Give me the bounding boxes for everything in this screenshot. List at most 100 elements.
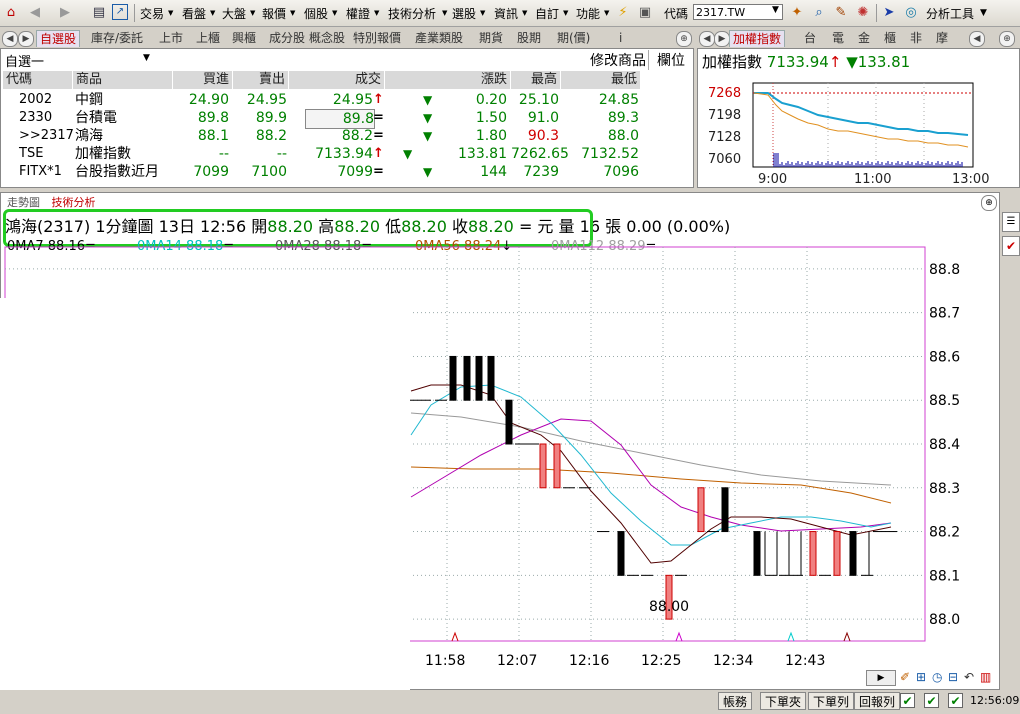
stock-code: 2002 [19,92,53,107]
tab-next-icon[interactable]: ▶ [714,31,730,47]
tab-technical[interactable]: 技術分析 [48,196,100,209]
menu-item[interactable]: 技術分析 [388,5,436,22]
tab-quote[interactable]: 庫存/委託 [88,30,146,46]
scroll-right-icon[interactable]: ▶ [866,670,896,686]
candle [505,399,513,445]
status-button[interactable]: 回報列 [854,692,901,710]
chevron-down-icon: ▼ [210,9,216,17]
quote-tool-icon[interactable]: ✦ [788,4,806,22]
tab-quote[interactable]: 期貨 [476,30,506,46]
tab-quote[interactable]: 特別報價 [350,30,404,46]
tab-index[interactable]: 加權指數 [729,30,786,47]
columns-button[interactable]: 欄位 [657,50,685,70]
tab-index[interactable]: 非 [907,30,925,46]
search-icon[interactable]: ⌕ [810,4,828,22]
bar-chart-icon[interactable]: ▥ [980,670,991,684]
popup-window-icon[interactable]: ↗ [112,4,128,20]
zoom-icon[interactable]: ⊕ [999,31,1015,47]
sidebar-toggle-icon[interactable]: ☰ [1002,212,1020,232]
table-row[interactable]: TSE 加權指數 -- -- 7133.94 ↑ ▼ 133.81 7262.65 7132.52 [1,145,693,163]
analysis-tool-menu[interactable]: 分析工具 [926,5,974,22]
forward-icon[interactable]: ▶ [56,4,74,22]
tab-quote[interactable]: 上櫃 [193,30,223,46]
analysis-tool-icon[interactable]: ◎ [902,4,920,22]
menu-item[interactable]: 個股 [304,5,328,22]
cursor-icon[interactable]: ➤ [880,4,898,22]
tab-quote[interactable]: 自選股 [36,30,81,47]
zoom-icon[interactable]: ⊕ [676,31,692,47]
menu-item[interactable]: 看盤 [182,5,206,22]
menu-item[interactable]: 功能 [576,5,600,22]
menu-item[interactable]: 權證 [346,5,370,22]
column-header[interactable]: 漲跌 [385,71,511,89]
tab-prev-icon[interactable]: ◀ [969,31,985,47]
column-header[interactable]: 商品 [73,71,173,89]
notepad-icon[interactable]: ▣ [636,4,654,22]
watchlist-select[interactable]: 自選一 [5,51,44,70]
status-button[interactable]: 帳務 [718,692,753,710]
x-tick-label: 12:34 [713,653,753,669]
chevron-down-icon[interactable]: ▼ [772,5,779,15]
tab-quote[interactable]: 期(價) [554,30,593,46]
lightning-icon[interactable]: ⚡ [614,4,632,22]
tab-quote[interactable]: 成分股 [266,30,308,46]
menu-item[interactable]: 交易 [140,5,164,22]
table-row[interactable]: 2002 中鋼 24.90 24.95 24.95 ↑ ▼ 0.20 25.10 24.85 [1,91,693,109]
zoom-in-icon[interactable]: ⊞ [916,670,926,684]
check-icon[interactable]: ✔ [900,693,915,708]
last-mark: = [373,110,384,125]
tab-quote[interactable]: 概念股 [306,30,348,46]
down-triangle-icon: ▼ [423,111,433,125]
column-header[interactable]: 賣出 [233,71,289,89]
tab-quote[interactable]: 上市 [156,30,186,46]
column-header[interactable]: 最低 [561,71,641,89]
table-row[interactable]: 2330 台積電 89.8 89.9 89.8 = ▼ 1.50 91.0 89.3 [1,109,693,129]
menu-item[interactable]: 資訊 [494,5,518,22]
high-price: 91.0 [527,110,559,126]
column-header[interactable]: 成交 [289,71,385,89]
back-icon[interactable]: ◀ [26,4,44,22]
chevron-down-icon[interactable]: ▼ [980,8,987,18]
tab-quote[interactable]: 股期 [514,30,544,46]
tab-quote[interactable]: 產業類股 [412,30,466,46]
tab-index[interactable]: 摩 [933,30,951,46]
check-icon[interactable]: ✔ [924,693,939,708]
column-header[interactable]: 代碼 [3,71,73,89]
tab-index[interactable]: 櫃 [881,30,899,46]
zoom-out-icon[interactable]: ⊟ [948,670,958,684]
chevron-down-icon[interactable]: ▼ [143,53,150,63]
table-row[interactable]: >>2317 鴻海 88.1 88.2 88.2 = ▼ 1.80 90.3 88.0 [1,127,693,145]
print-icon[interactable]: ▤ [90,4,108,22]
tab-trend[interactable]: 走勢圖 [3,196,44,209]
modify-items-button[interactable]: 修改商品 [590,50,649,70]
check-icon[interactable]: ✔ [1002,236,1020,256]
draw-tool-icon[interactable]: ✐ [900,670,910,684]
tab-index[interactable]: 電 [829,30,847,46]
undo-icon[interactable]: ↶ [964,670,974,684]
table-row[interactable]: FITX*1 台股指數近月 7099 7100 7099 = ▼ 144 7239 7096 [1,163,693,181]
clock-icon[interactable]: ◷ [932,670,942,684]
column-header[interactable]: 買進 [173,71,233,89]
menu-item[interactable]: 自訂 [535,5,559,22]
zoom-icon[interactable]: ⊕ [981,195,997,211]
menu-item[interactable]: 大盤 [222,5,246,22]
tools-icon[interactable]: ✎ [832,4,850,22]
status-button[interactable]: 下單列 [808,692,855,710]
last-price: 7099 [337,164,373,180]
tab-index[interactable]: 台 [801,30,819,46]
menu-item[interactable]: 選股 [452,5,476,22]
tab-quote[interactable]: i [616,30,625,46]
status-button[interactable]: 下單夾 [760,692,807,710]
tab-next-icon[interactable]: ▶ [18,31,34,47]
tab-quote[interactable]: 興櫃 [229,30,259,46]
menu-item[interactable]: 報價 [262,5,286,22]
tab-index[interactable]: 金 [855,30,873,46]
home-icon[interactable]: ⌂ [2,4,20,22]
alert-icon[interactable]: ✺ [854,4,872,22]
check-icon[interactable]: ✔ [948,693,963,708]
stock-code-input[interactable]: 2317.TW [693,4,783,20]
tab-prev-icon[interactable]: ◀ [2,31,18,47]
change-value: 144 [480,164,507,180]
tab-prev-icon[interactable]: ◀ [699,31,715,47]
column-header[interactable]: 最高 [511,71,561,89]
